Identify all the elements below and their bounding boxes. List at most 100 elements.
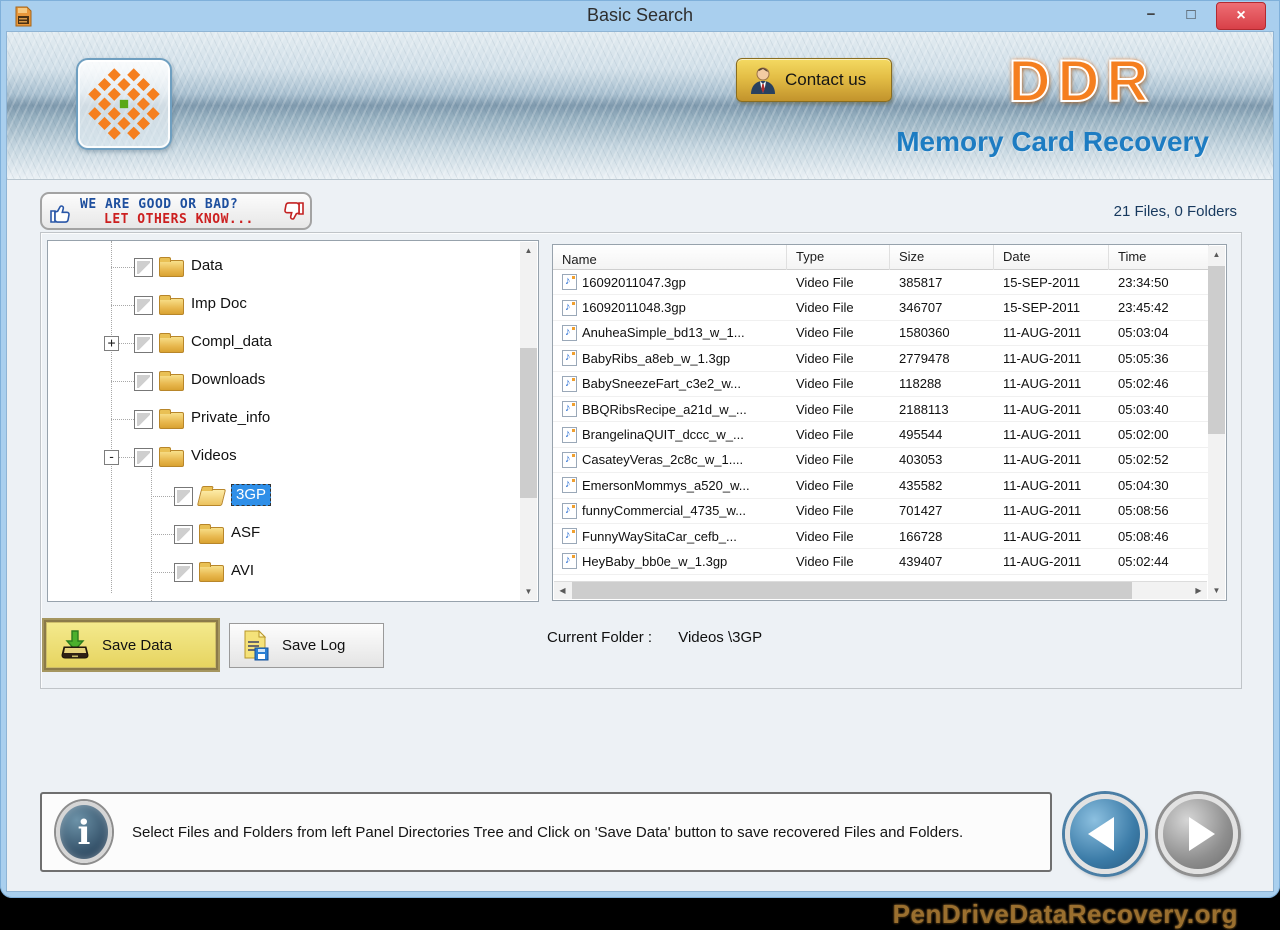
expand-icon[interactable]: + xyxy=(104,336,119,351)
list-vertical-scrollbar[interactable] xyxy=(1208,246,1225,599)
tree-item-label[interactable]: Data xyxy=(191,257,223,274)
tree-item-label[interactable]: ASF xyxy=(231,524,260,541)
tree-vertical-scrollbar[interactable] xyxy=(520,242,537,600)
column-header-time[interactable]: Time xyxy=(1109,245,1209,270)
file-time: 05:08:56 xyxy=(1109,503,1209,518)
tree-item-3gp[interactable]: 3GP xyxy=(48,477,503,515)
file-date: 15-SEP-2011 xyxy=(994,300,1109,315)
tree-item-imp-doc[interactable]: Imp Doc xyxy=(48,286,503,324)
scroll-up-icon[interactable] xyxy=(1208,246,1225,263)
tree-item-label[interactable]: Imp Doc xyxy=(191,295,247,312)
scrollbar-thumb[interactable] xyxy=(520,348,537,498)
file-list[interactable]: Name Type Size Date Time 16092011047.3gp… xyxy=(552,244,1227,601)
checkbox[interactable] xyxy=(134,296,153,315)
save-data-label: Save Data xyxy=(102,637,172,654)
tree-item-compl-data[interactable]: + Compl_data xyxy=(48,324,503,362)
close-button[interactable]: × xyxy=(1216,2,1266,30)
table-row[interactable]: HeyBaby_bb0e_w_1.3gp Video File 439407 1… xyxy=(553,549,1209,574)
file-size: 118288 xyxy=(890,376,994,391)
table-row[interactable]: AnuheaSimple_bd13_w_1... Video File 1580… xyxy=(553,321,1209,346)
tree-item-data[interactable]: Data xyxy=(48,248,503,286)
tree-item-avi[interactable]: AVI xyxy=(48,553,503,591)
scroll-right-icon[interactable] xyxy=(1190,582,1207,599)
info-message: Select Files and Folders from left Panel… xyxy=(132,824,963,841)
minimize-button[interactable]: − xyxy=(1134,0,1168,29)
tree-item-label[interactable]: Downloads xyxy=(191,371,265,388)
file-date: 11-AUG-2011 xyxy=(994,503,1109,518)
back-button[interactable] xyxy=(1065,794,1145,874)
file-name: AnuheaSimple_bd13_w_1... xyxy=(582,325,745,340)
file-time: 23:34:50 xyxy=(1109,275,1209,290)
tree-item-label[interactable]: Private_info xyxy=(191,409,270,426)
info-icon: i xyxy=(56,801,112,863)
website-link[interactable]: PenDriveDataRecovery.org xyxy=(893,899,1238,930)
scroll-left-icon[interactable] xyxy=(554,582,571,599)
table-row[interactable]: FunnyWaySitaCar_cefb_... Video File 1667… xyxy=(553,524,1209,549)
checkbox[interactable] xyxy=(174,563,193,582)
tree-item-label[interactable]: AVI xyxy=(231,562,254,579)
checkbox[interactable] xyxy=(134,258,153,277)
file-size: 495544 xyxy=(890,427,994,442)
footer-bar: PenDriveDataRecovery.org xyxy=(0,898,1280,930)
checkbox[interactable] xyxy=(134,410,153,429)
file-size: 1580360 xyxy=(890,325,994,340)
file-name: HeyBaby_bb0e_w_1.3gp xyxy=(582,554,727,569)
scroll-up-icon[interactable] xyxy=(520,242,537,259)
forward-button[interactable] xyxy=(1158,794,1238,874)
checkbox[interactable] xyxy=(174,487,193,506)
table-row[interactable]: BrangelinaQUIT_dccc_w_... Video File 495… xyxy=(553,422,1209,447)
file-size: 439407 xyxy=(890,554,994,569)
tree-item-videos[interactable]: - Videos xyxy=(48,438,503,476)
table-row[interactable]: 16092011047.3gp Video File 385817 15-SEP… xyxy=(553,270,1209,295)
checkbox[interactable] xyxy=(134,372,153,391)
maximize-button[interactable]: □ xyxy=(1174,0,1208,29)
file-name: BabyRibs_a8eb_w_1.3gp xyxy=(582,351,730,366)
tree-item-private-info[interactable]: Private_info xyxy=(48,400,503,438)
feedback-line1: WE ARE GOOD OR BAD? xyxy=(80,197,238,212)
scroll-down-icon[interactable] xyxy=(1208,582,1225,599)
list-horizontal-scrollbar[interactable] xyxy=(554,581,1207,599)
column-header-type[interactable]: Type xyxy=(787,245,890,270)
file-size: 403053 xyxy=(890,452,994,467)
scroll-down-icon[interactable] xyxy=(520,583,537,600)
scrollbar-thumb[interactable] xyxy=(572,582,1132,599)
table-row[interactable]: CasateyVeras_2c8c_w_1.... Video File 403… xyxy=(553,448,1209,473)
column-header-size[interactable]: Size xyxy=(890,245,994,270)
tree-item-label[interactable]: Compl_data xyxy=(191,333,272,350)
titlebar[interactable]: Basic Search − □ × xyxy=(0,0,1280,31)
column-header-name[interactable]: Name xyxy=(553,245,787,270)
app-logo xyxy=(76,58,172,150)
table-row[interactable]: BBQRibsRecipe_a21d_w_... Video File 2188… xyxy=(553,397,1209,422)
contact-us-button[interactable]: Contact us xyxy=(736,58,892,102)
tree-item-label-selected[interactable]: 3GP xyxy=(231,484,271,506)
directory-tree[interactable]: Data Imp Doc + Compl_data Downloads xyxy=(47,240,539,602)
file-date: 11-AUG-2011 xyxy=(994,554,1109,569)
folder-icon xyxy=(159,298,184,315)
video-file-icon xyxy=(562,401,577,417)
save-log-button[interactable]: Save Log xyxy=(229,623,384,668)
folder-icon xyxy=(159,412,184,429)
video-file-icon xyxy=(562,503,577,519)
column-header-date[interactable]: Date xyxy=(994,245,1109,270)
save-log-label: Save Log xyxy=(282,637,345,654)
video-file-icon xyxy=(562,376,577,392)
scrollbar-thumb[interactable] xyxy=(1208,266,1225,434)
table-row[interactable]: EmersonMommys_a520_w... Video File 43558… xyxy=(553,473,1209,498)
collapse-icon[interactable]: - xyxy=(104,450,119,465)
table-row[interactable]: BabyRibs_a8eb_w_1.3gp Video File 2779478… xyxy=(553,346,1209,371)
table-row[interactable]: BabySneezeFart_c3e2_w... Video File 1182… xyxy=(553,372,1209,397)
person-icon xyxy=(749,65,777,95)
checkbox[interactable] xyxy=(174,525,193,544)
checkbox[interactable] xyxy=(134,334,153,353)
file-type: Video File xyxy=(787,402,890,417)
file-date: 11-AUG-2011 xyxy=(994,529,1109,544)
tree-item-asf[interactable]: ASF xyxy=(48,515,503,553)
tree-item-downloads[interactable]: Downloads xyxy=(48,362,503,400)
table-row[interactable]: funnyCommercial_4735_w... Video File 701… xyxy=(553,499,1209,524)
checkbox[interactable] xyxy=(134,448,153,467)
save-data-button[interactable]: Save Data xyxy=(44,620,218,670)
tree-item-label[interactable]: Videos xyxy=(191,447,237,464)
feedback-banner[interactable]: WE ARE GOOD OR BAD? LET OTHERS KNOW... xyxy=(40,192,312,230)
folder-icon xyxy=(159,374,184,391)
table-row[interactable]: 16092011048.3gp Video File 346707 15-SEP… xyxy=(553,295,1209,320)
